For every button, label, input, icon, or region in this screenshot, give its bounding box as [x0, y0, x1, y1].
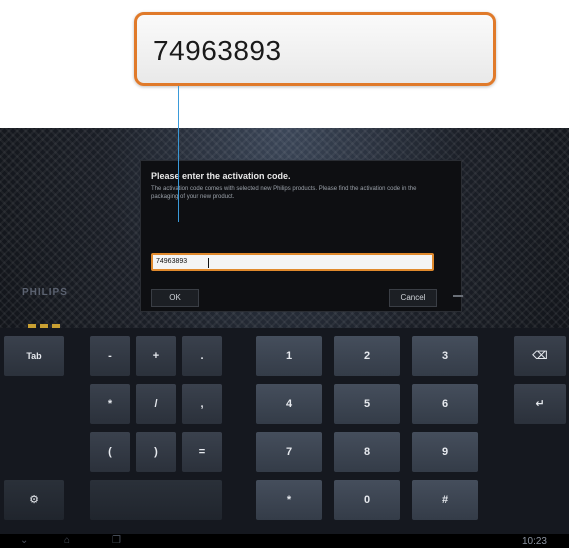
- activation-code-value: 74963893: [156, 258, 188, 265]
- brand-logo: PHILIPS: [22, 287, 68, 298]
- hash-key[interactable]: #: [412, 480, 478, 520]
- symbol-key[interactable]: -: [90, 336, 130, 376]
- status-clock: 10:23: [521, 536, 547, 547]
- callout-leader-line: [178, 86, 179, 222]
- tablet-screen: Please enter the activation code. The ac…: [0, 128, 569, 548]
- digit-key[interactable]: 9: [412, 432, 478, 472]
- symbol-key[interactable]: +: [136, 336, 176, 376]
- digit-key[interactable]: 8: [334, 432, 400, 472]
- dialog-title: Please enter the activation code.: [151, 171, 291, 181]
- symbol-key[interactable]: ,: [182, 384, 222, 424]
- dialog-message: The activation code comes with selected …: [151, 186, 417, 200]
- digit-key[interactable]: 1: [256, 336, 322, 376]
- activation-code-input[interactable]: 74963893: [151, 253, 434, 271]
- numeric-keyboard: Tab - + . * / , ( ) = 1 2 3 4 5 6 7 8 9 …: [0, 328, 569, 536]
- backspace-icon: ⌫: [532, 350, 548, 362]
- activation-dialog: Please enter the activation code. The ac…: [140, 160, 463, 312]
- text-caret: [208, 258, 209, 268]
- space-key[interactable]: [90, 480, 222, 520]
- cancel-button[interactable]: Cancel: [389, 289, 437, 307]
- digit-key[interactable]: 7: [256, 432, 322, 472]
- dialog-separator: [453, 295, 463, 297]
- star-key[interactable]: *: [256, 480, 322, 520]
- symbol-key[interactable]: /: [136, 384, 176, 424]
- settings-key[interactable]: ⚙: [4, 480, 64, 520]
- tab-key[interactable]: Tab: [4, 336, 64, 376]
- callout-code-text: 74963893: [153, 35, 282, 66]
- digit-key[interactable]: 4: [256, 384, 322, 424]
- digit-key[interactable]: 6: [412, 384, 478, 424]
- home-icon[interactable]: ⌂: [64, 536, 70, 546]
- back-icon[interactable]: ⌄: [20, 536, 28, 546]
- ok-button[interactable]: OK: [151, 289, 199, 307]
- digit-key[interactable]: 2: [334, 336, 400, 376]
- recent-apps-icon[interactable]: ❐: [112, 536, 121, 546]
- digit-key[interactable]: 3: [412, 336, 478, 376]
- enter-key[interactable]: ↵: [514, 384, 566, 424]
- settings-icon: ⚙: [29, 494, 39, 506]
- symbol-key[interactable]: .: [182, 336, 222, 376]
- system-navigation-bar: ⌄ ⌂ ❐ 10:23: [0, 534, 569, 548]
- zoom-callout: 74963893: [134, 12, 496, 86]
- digit-key[interactable]: 0: [334, 480, 400, 520]
- symbol-key[interactable]: ): [136, 432, 176, 472]
- digit-key[interactable]: 5: [334, 384, 400, 424]
- symbol-key[interactable]: =: [182, 432, 222, 472]
- enter-icon: ↵: [535, 398, 545, 410]
- symbol-key[interactable]: *: [90, 384, 130, 424]
- symbol-key[interactable]: (: [90, 432, 130, 472]
- backspace-key[interactable]: ⌫: [514, 336, 566, 376]
